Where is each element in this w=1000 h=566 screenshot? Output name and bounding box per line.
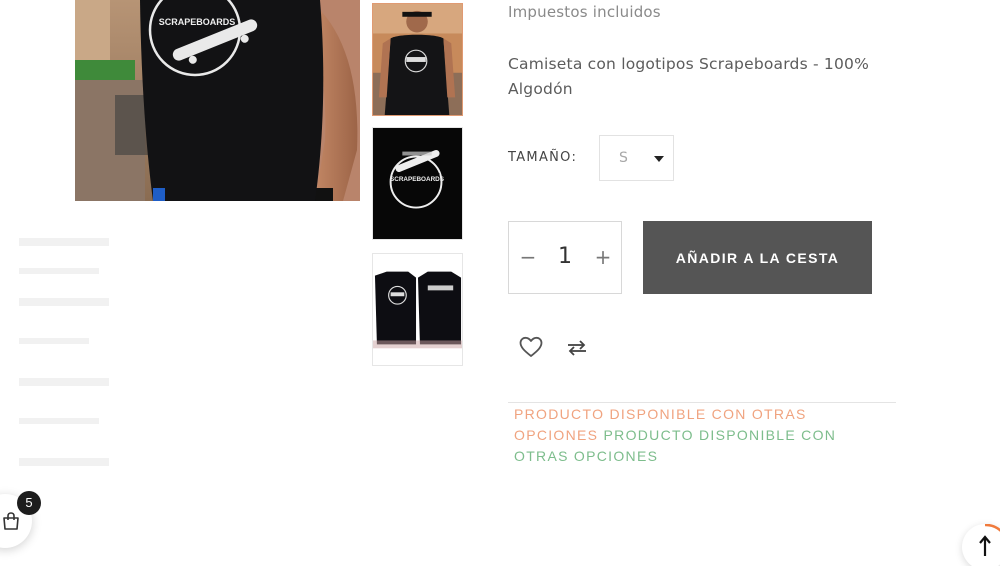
thumbnail-1[interactable]: [372, 3, 463, 116]
thumbnail-2[interactable]: SCRAPEBOARDS: [372, 127, 463, 240]
size-label: TAMAÑO:: [508, 150, 578, 165]
background-watermark: [19, 238, 109, 466]
product-page: SCRAPEBOARDS SCRAPEBOARDS Impuestos incl…: [0, 0, 1000, 566]
compare-arrows-icon[interactable]: [565, 338, 589, 358]
shopping-bag-icon: [3, 512, 19, 530]
quantity-decrease-button[interactable]: −: [517, 244, 539, 270]
thumbnail-3[interactable]: [372, 253, 463, 366]
back-to-top-button[interactable]: [962, 524, 1000, 566]
cart-count-badge: 5: [17, 491, 41, 515]
quantity-input[interactable]: 1: [547, 242, 583, 272]
svg-text:SCRAPEBOARDS: SCRAPEBOARDS: [159, 17, 236, 27]
size-select[interactable]: S: [599, 135, 674, 181]
main-product-image[interactable]: SCRAPEBOARDS: [75, 0, 360, 201]
quantity-stepper: − 1 +: [508, 221, 622, 294]
quantity-increase-button[interactable]: +: [592, 244, 614, 270]
add-to-cart-button[interactable]: AÑADIR A LA CESTA: [643, 221, 872, 294]
size-selected-value: S: [619, 150, 628, 166]
product-description: Camiseta con logotipos Scrapeboards - 10…: [508, 55, 870, 98]
availability-info: PRODUCTO DISPONIBLE CON OTRAS OPCIONES P…: [514, 404, 854, 467]
arrow-up-icon: [979, 535, 991, 556]
divider: [508, 402, 896, 403]
caret-down-icon: [654, 156, 664, 162]
taxes-included-note: Impuestos incluidos: [508, 3, 661, 21]
svg-text:SCRAPEBOARDS: SCRAPEBOARDS: [390, 176, 444, 183]
heart-icon[interactable]: [518, 335, 544, 359]
